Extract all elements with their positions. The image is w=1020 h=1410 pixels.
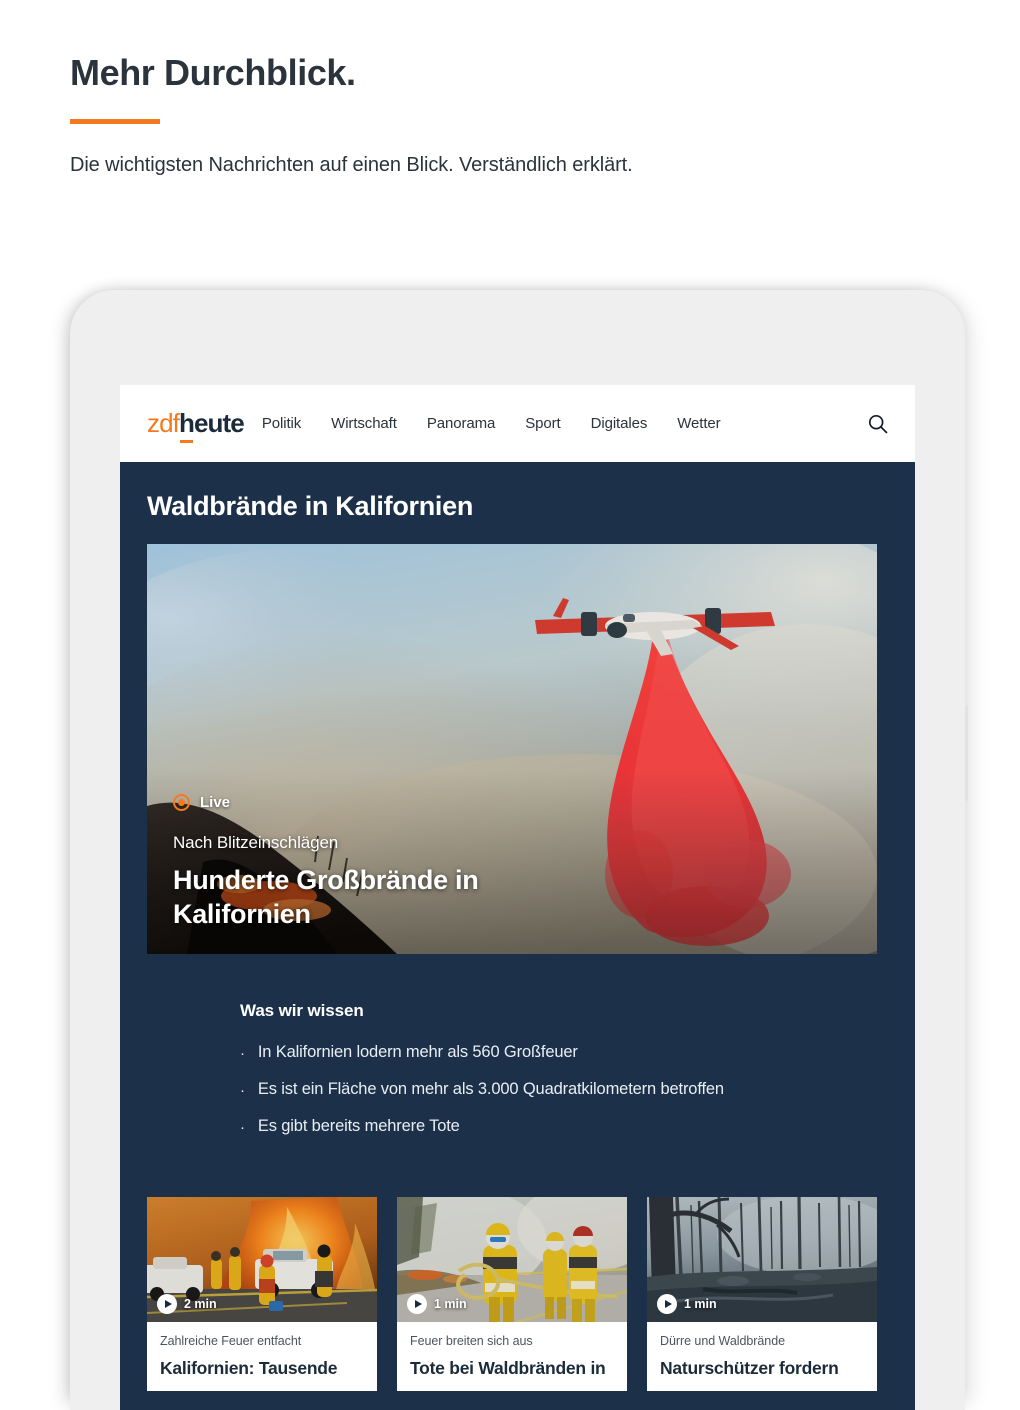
- live-label: Live: [200, 793, 231, 811]
- topic-title: Waldbrände in Kalifornien: [147, 491, 474, 521]
- accent-rule: [70, 119, 160, 125]
- device-side-button: [965, 705, 968, 801]
- nav-item-wirtschaft[interactable]: Wirtschaft: [331, 415, 397, 432]
- facts-block: Was wir wissen · In Kalifornien lodern m…: [120, 954, 915, 1136]
- page-title: Mehr Durchblick.: [70, 52, 356, 93]
- bullet-icon: ·: [240, 1119, 245, 1136]
- promo-block: Mehr Durchblick. Die wichtigsten Nachric…: [70, 52, 940, 179]
- topic-section: Waldbrände in Kalifornien Live Nach Blit…: [120, 462, 915, 954]
- teaser-card[interactable]: 1 min Dürre und Waldbrände Naturschützer…: [647, 1197, 877, 1392]
- fact-text: Es ist ein Fläche von mehr als 3.000 Qua…: [257, 1080, 724, 1098]
- duration-badge: 1 min: [657, 1294, 717, 1314]
- card-body: Dürre und Waldbrände Naturschützer forde…: [647, 1322, 877, 1391]
- fact-text: Es gibt bereits mehrere Tote: [257, 1117, 460, 1135]
- nav-item-sport[interactable]: Sport: [525, 415, 560, 432]
- live-badge: Live: [173, 793, 837, 811]
- hero-teaser[interactable]: Live Nach Blitzeinschlägen Hunderte Groß…: [147, 544, 877, 954]
- live-indicator-icon: [173, 793, 190, 811]
- hero-title: Hunderte Großbrände in Kalifornien: [173, 864, 479, 930]
- fact-item: · In Kalifornien lodern mehr als 560 Gro…: [240, 1043, 888, 1062]
- card-thumbnail: 2 min: [147, 1197, 377, 1322]
- card-body: Zahlreiche Feuer entfacht Kalifornien: T…: [147, 1322, 377, 1391]
- play-icon: [407, 1294, 427, 1314]
- card-thumbnail: 1 min: [397, 1197, 627, 1322]
- card-title: Naturschützer fordern: [660, 1358, 839, 1378]
- logo-zdf-text: zdf: [147, 408, 180, 438]
- card-kicker: Dürre und Waldbrände: [660, 1334, 785, 1348]
- promo-subtitle: Die wichtigsten Nachrichten auf einen Bl…: [70, 154, 633, 177]
- bullet-icon: ·: [240, 1082, 245, 1099]
- fact-text: In Kalifornien lodern mehr als 560 Großf…: [257, 1043, 578, 1061]
- play-icon: [157, 1294, 177, 1314]
- teaser-card-row: 2 min Zahlreiche Feuer entfacht Kaliforn…: [120, 1154, 915, 1392]
- fact-item: · Es ist ein Fläche von mehr als 3.000 Q…: [240, 1080, 888, 1099]
- site-header: zdf heute Politik Wirtschaft Panorama Spo…: [120, 385, 915, 462]
- card-thumbnail: 1 min: [647, 1197, 877, 1322]
- zdfheute-logo[interactable]: zdf heute: [147, 408, 245, 443]
- nav-item-digitales[interactable]: Digitales: [591, 415, 648, 432]
- teaser-card[interactable]: 2 min Zahlreiche Feuer entfacht Kaliforn…: [147, 1197, 377, 1392]
- live-dot: [178, 798, 185, 806]
- main-navigation: Politik Wirtschaft Panorama Sport Digita…: [262, 415, 721, 432]
- hero-overlay: Live Nach Blitzeinschlägen Hunderte Groß…: [173, 793, 837, 932]
- nav-item-panorama[interactable]: Panorama: [427, 415, 496, 432]
- duration-badge: 2 min: [157, 1294, 217, 1314]
- card-title: Kalifornien: Tausende: [160, 1358, 338, 1378]
- tablet-screen: zdf heute Politik Wirtschaft Panorama Spo…: [120, 385, 915, 1410]
- play-icon: [657, 1294, 677, 1314]
- fact-item: · Es gibt bereits mehrere Tote: [240, 1117, 888, 1136]
- duration-badge: 1 min: [407, 1294, 467, 1314]
- duration-label: 1 min: [684, 1297, 717, 1311]
- logo-heute-text: heute: [178, 408, 245, 443]
- search-icon[interactable]: [865, 411, 891, 437]
- nav-item-wetter[interactable]: Wetter: [677, 415, 720, 432]
- hero-kicker: Nach Blitzeinschlägen: [173, 832, 339, 852]
- facts-title: Was wir wissen: [240, 1001, 364, 1020]
- tablet-device-frame: zdf heute Politik Wirtschaft Panorama Spo…: [70, 290, 968, 1410]
- duration-label: 2 min: [184, 1297, 217, 1311]
- teaser-card[interactable]: 1 min Feuer breiten sich aus Tote bei Wa…: [397, 1197, 627, 1392]
- card-title: Tote bei Waldbränden in: [410, 1358, 606, 1378]
- card-kicker: Feuer breiten sich aus: [410, 1334, 533, 1348]
- duration-label: 1 min: [434, 1297, 467, 1311]
- card-kicker: Zahlreiche Feuer entfacht: [160, 1334, 302, 1348]
- nav-item-politik[interactable]: Politik: [262, 415, 301, 432]
- card-body: Feuer breiten sich aus Tote bei Waldbrän…: [397, 1322, 627, 1391]
- bullet-icon: ·: [240, 1045, 245, 1062]
